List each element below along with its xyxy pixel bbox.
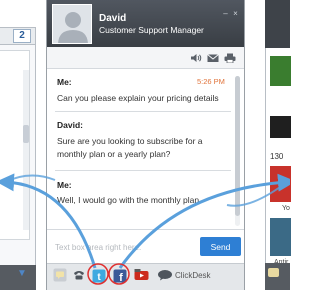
message-input[interactable] bbox=[55, 237, 195, 257]
right-window-count: 130 bbox=[270, 152, 284, 161]
youtube-icon[interactable] bbox=[134, 268, 149, 282]
left-window-footer: ▼ bbox=[0, 265, 36, 290]
chat-footer: t f ClickDesk bbox=[47, 263, 244, 290]
left-window-field[interactable]: 2 bbox=[13, 29, 31, 43]
message-timestamp: 5:26 PM bbox=[197, 77, 225, 86]
close-icon[interactable]: × bbox=[232, 10, 239, 18]
app-thumbnail-icon[interactable] bbox=[270, 56, 291, 86]
minimize-icon[interactable]: – bbox=[222, 10, 229, 18]
email-icon[interactable] bbox=[207, 53, 219, 63]
message-text: Sure are you looking to subscribe for a … bbox=[57, 136, 203, 159]
compose-area: Send bbox=[47, 229, 244, 263]
message-sender: Me: bbox=[57, 180, 72, 190]
right-window-footer bbox=[265, 263, 290, 290]
print-icon[interactable] bbox=[224, 53, 236, 63]
speaker-icon[interactable] bbox=[190, 53, 202, 63]
right-window-header bbox=[265, 0, 290, 48]
message-text: Can you please explain your pricing deta… bbox=[57, 93, 219, 103]
avatar bbox=[52, 4, 92, 44]
agent-name: David bbox=[99, 13, 127, 24]
message-divider bbox=[55, 111, 231, 112]
chat-icon[interactable] bbox=[53, 268, 67, 282]
left-window-toolbar: 2 bbox=[0, 27, 36, 45]
window-controls: – × bbox=[219, 3, 239, 21]
avatar-placeholder-icon bbox=[53, 5, 91, 43]
left-window-scrollbar[interactable] bbox=[23, 70, 29, 230]
left-window-scroll-thumb[interactable] bbox=[23, 125, 29, 143]
clickdesk-logo-icon bbox=[158, 270, 172, 281]
chevron-down-icon[interactable]: ▼ bbox=[17, 268, 27, 279]
message-divider bbox=[55, 170, 231, 171]
chat-header: David Customer Support Manager – × bbox=[47, 0, 244, 47]
clickdesk-brand[interactable]: ClickDesk bbox=[175, 271, 211, 280]
agent-role: Customer Support Manager bbox=[99, 25, 204, 35]
right-window-body: 130 Yo Antir bbox=[265, 48, 291, 266]
facebook-icon[interactable]: f bbox=[113, 269, 127, 283]
chat-icon[interactable] bbox=[268, 268, 279, 277]
left-partial-window: 2 ▼ bbox=[0, 0, 36, 290]
chat-window: David Customer Support Manager – × Me: Ca… bbox=[46, 0, 245, 290]
message-list: Me: Can you please explain your pricing … bbox=[47, 69, 244, 229]
chat-scroll-thumb[interactable] bbox=[235, 76, 240, 216]
video-thumbnail-icon[interactable] bbox=[270, 166, 291, 202]
chat-toolbar bbox=[47, 47, 244, 69]
video-thumbnail-icon[interactable] bbox=[270, 218, 291, 256]
right-window-label: Yo bbox=[282, 205, 290, 212]
chat-scrollbar[interactable] bbox=[235, 76, 240, 226]
svg-text:f: f bbox=[119, 272, 123, 283]
twitter-icon[interactable]: t bbox=[92, 269, 106, 283]
app-thumbnail-icon[interactable] bbox=[270, 116, 291, 138]
message-sender: David: bbox=[57, 120, 83, 130]
message-sender: Me: bbox=[57, 77, 72, 87]
phone-icon[interactable] bbox=[72, 268, 86, 282]
right-partial-window: 130 Yo Antir bbox=[265, 0, 291, 290]
send-button[interactable]: Send bbox=[200, 237, 241, 256]
message-text: Well, I would go with the monthly plan. bbox=[57, 195, 202, 205]
